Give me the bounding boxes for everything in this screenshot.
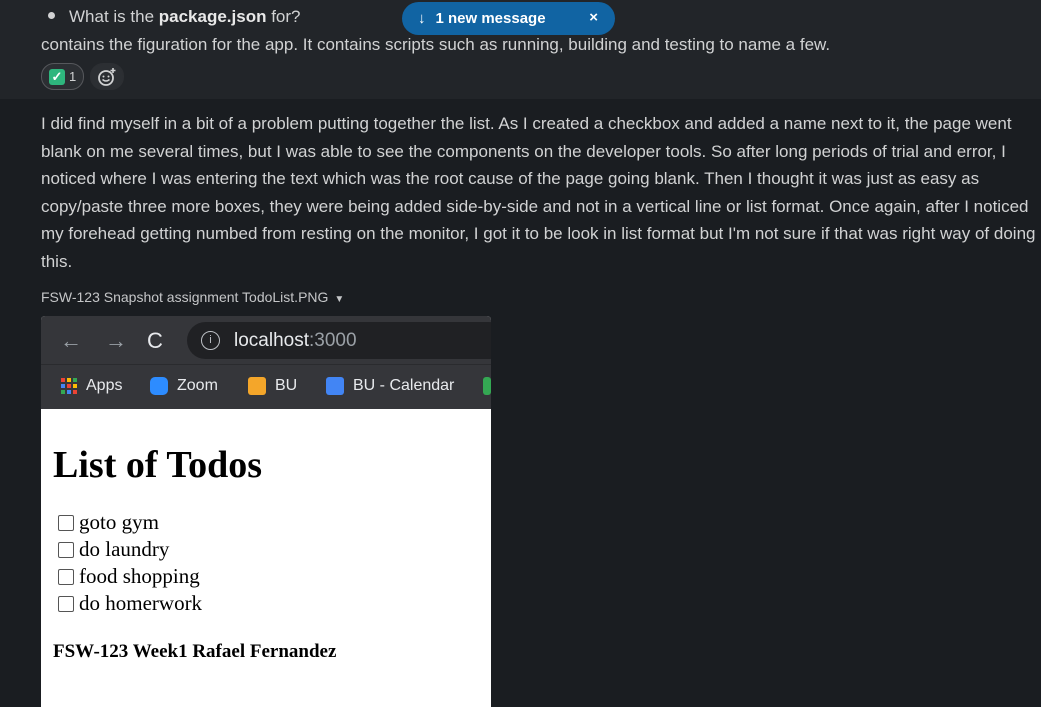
check-reaction-button[interactable]: ✓ 1	[41, 63, 85, 90]
bookmark-label: Apps	[86, 377, 123, 394]
message-body: I did find myself in a bit of a problem …	[41, 114, 1036, 271]
new-message-banner[interactable]: ↓ 1 new message ×	[402, 2, 615, 35]
bullet-prefix: What is the	[69, 7, 159, 26]
info-icon: i	[201, 331, 220, 350]
checkbox	[58, 514, 74, 531]
attachment-header[interactable]: FSW-123 Snapshot assignment TodoList.PNG…	[41, 289, 344, 305]
bullet-dot	[48, 12, 55, 20]
close-icon[interactable]: ×	[589, 9, 598, 26]
attachment-image[interactable]: ← → C i localhost:3000 Apps Zoom BU BU -…	[41, 316, 491, 707]
page-signature: FSW-123 Week1 Rafael Fernandez	[53, 641, 337, 662]
zoom-icon	[150, 377, 168, 395]
todo-item: food shopping	[53, 563, 479, 590]
checkbox	[58, 595, 74, 612]
add-reaction-button[interactable]	[90, 63, 125, 90]
calendar-icon	[326, 377, 344, 395]
new-message-label: 1 new message	[435, 10, 546, 27]
attachment-file-name: FSW-123 Snapshot assignment TodoList.PNG	[41, 289, 329, 305]
back-arrow-icon: ←	[60, 328, 82, 353]
todo-label: do homerwork	[79, 591, 203, 615]
bookmark-label: BU	[275, 377, 298, 394]
checkbox	[58, 541, 74, 558]
bullet-suffix: for?	[266, 7, 301, 26]
reaction-count: 1	[69, 69, 77, 84]
bookmarks-bar: Apps Zoom BU BU - Calendar	[41, 364, 491, 409]
todo-label: do laundry	[79, 537, 170, 561]
apps-grid-icon	[61, 378, 77, 394]
bu-icon	[248, 377, 266, 395]
web-page: List of Todos goto gym do laundry food s…	[41, 409, 491, 683]
todo-label: goto gym	[79, 510, 159, 534]
url-host: localhost	[234, 329, 309, 351]
add-emoji-icon	[98, 67, 116, 86]
checkbox	[58, 568, 74, 585]
bullet-question: What is the package.json for?	[48, 7, 301, 27]
bookmark-icon	[483, 377, 491, 395]
todo-item: goto gym	[53, 509, 479, 536]
bookmark-label: BU - Calendar	[353, 377, 455, 394]
url-port: :3000	[309, 329, 357, 351]
address-bar: i localhost:3000	[187, 322, 491, 359]
bookmark-partial	[483, 377, 491, 395]
forward-arrow-icon: →	[105, 328, 127, 353]
todo-item: do laundry	[53, 536, 479, 563]
todo-label: food shopping	[79, 564, 200, 588]
page-heading: List of Todos	[53, 444, 263, 486]
bookmark-bu-calendar: BU - Calendar	[326, 377, 454, 395]
caret-down-icon[interactable]: ▼	[334, 294, 344, 305]
bookmark-zoom: Zoom	[150, 377, 218, 395]
todo-item: do homerwork	[53, 590, 479, 617]
bookmark-label: Zoom	[177, 377, 218, 394]
answer-text: contains the figuration for the app. It …	[41, 35, 831, 54]
bookmark-bu: BU	[248, 377, 297, 395]
bullet-bold: package.json	[158, 7, 267, 26]
check-mark-icon: ✓	[49, 68, 65, 85]
reload-icon: C	[147, 328, 163, 353]
browser-toolbar: ← → C i localhost:3000	[41, 316, 491, 364]
bookmark-apps: Apps	[61, 377, 122, 395]
arrow-down-icon: ↓	[418, 10, 426, 27]
reaction-bar: ✓ 1	[41, 63, 125, 90]
